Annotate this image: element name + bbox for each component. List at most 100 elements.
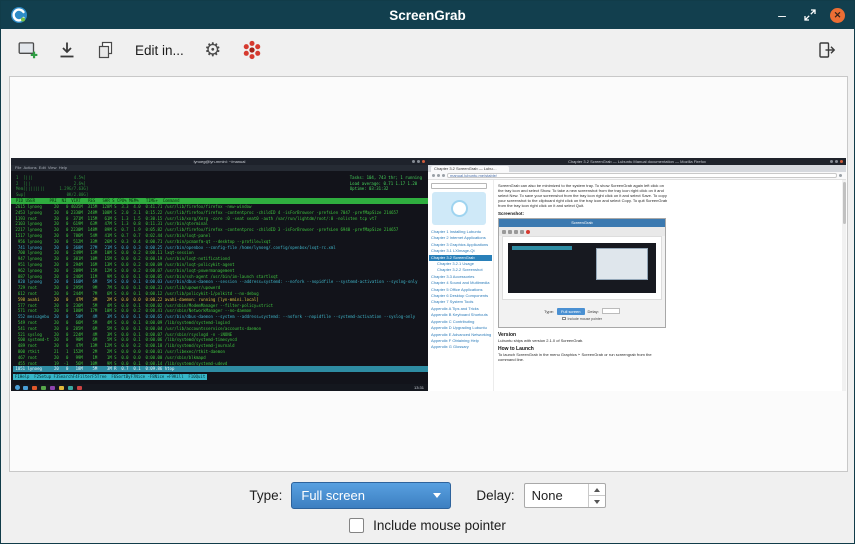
toolbar: Edit in... ⚙	[1, 29, 854, 71]
task-icon	[68, 386, 73, 390]
summary-line: Tasks: 104, 743 thr; 1 running	[350, 175, 422, 181]
spin-buttons	[588, 484, 605, 507]
maximize-icon	[804, 9, 816, 21]
edit-in-button[interactable]: Edit in...	[132, 43, 187, 58]
manual-sidebar: Chapter 1 Installing LubuntuChapter 2 In…	[428, 180, 494, 391]
taskbar-clock: 13:31	[414, 384, 424, 391]
thumbnail-terminal-window: lynoeg@lyn-mmini: ~/manual File Actions …	[11, 158, 428, 384]
embedded-type-select: Full screen	[557, 308, 585, 315]
preview-area: lynoeg@lyn-mmini: ~/manual File Actions …	[9, 76, 848, 472]
save-button[interactable]	[54, 37, 80, 63]
summary-line: Uptime: 03:31:32	[350, 186, 422, 192]
task-icon	[32, 386, 37, 390]
save-icon	[57, 40, 77, 60]
spin-down-icon	[594, 500, 600, 504]
sidebar-link: Appendix G Glossary	[429, 344, 492, 350]
app-icon	[10, 6, 28, 24]
embedded-toolbar-icons	[499, 227, 665, 236]
chevron-down-icon	[433, 493, 441, 498]
embedded-checkbox	[562, 317, 566, 321]
taskbar-menu-icon	[15, 385, 20, 390]
sidebar-link: Appendix D Upgrading Lubuntu	[429, 325, 492, 331]
htop-function-keys: F1Help F2Setup F3SearchF4FilterF5Tree F6…	[13, 374, 207, 380]
close-button[interactable]: ✕	[830, 8, 845, 23]
delay-label: Delay:	[476, 488, 514, 503]
launch-text: To launch ScreenGrab in the menu Graphic…	[498, 352, 670, 362]
copy-icon	[96, 40, 116, 60]
quit-button[interactable]	[814, 37, 840, 63]
meter-line: 1 [||| 4.5%]	[16, 175, 88, 181]
titlebar[interactable]: ScreenGrab – ✕	[1, 1, 854, 29]
new-screenshot-button[interactable]	[15, 37, 41, 63]
screengrab-logo-button[interactable]	[239, 37, 265, 63]
maximize-button[interactable]	[802, 7, 818, 23]
meter-line: Swp[ 0K/2.00G]	[16, 192, 88, 198]
task-icon	[77, 386, 82, 390]
process-list: 2615 lynoeg 20 0 4035M 315M 128M S 3.3 4…	[13, 204, 428, 372]
embedded-titlebar: ScreenGrab	[499, 219, 665, 227]
taskbar-task-icons	[23, 386, 82, 390]
manual-page: ScreenGrab can also be minimized to the …	[494, 180, 846, 391]
sidebar-search-input	[431, 183, 487, 189]
firefox-navbar: manual.lubuntu.me/stable/	[428, 172, 846, 180]
embedded-screengrab-screenshot: ScreenGrab	[498, 218, 666, 328]
back-icon	[432, 174, 435, 177]
process-row: 2453 lynoeg 20 0 2330M 248M 108M S 2.0 3…	[13, 210, 428, 216]
screengrab-window: ScreenGrab – ✕	[0, 0, 855, 544]
copy-button[interactable]	[93, 37, 119, 63]
thumbnail-taskbar: 13:31	[11, 384, 428, 391]
screengrab-logo-icon	[241, 39, 263, 61]
embedded-inner-screenshot	[508, 243, 656, 293]
terminal-window-buttons	[412, 160, 425, 163]
version-text: Lubuntu ships with version 2.1.0 of Scre…	[498, 338, 670, 343]
settings-button[interactable]: ⚙	[200, 37, 226, 63]
spin-down-button[interactable]	[589, 496, 605, 507]
forward-icon	[437, 174, 440, 177]
include-pointer-control[interactable]: Include mouse pointer	[1, 518, 854, 533]
minimize-button[interactable]: –	[774, 7, 790, 23]
reload-icon	[442, 174, 445, 177]
terminal-menubar: File Actions Edit View Help	[11, 165, 428, 171]
type-select[interactable]: Full screen	[291, 482, 451, 509]
process-row: 1051 lynoeg 20 0 18M 5M 3M R 0.7 0.1 0:0…	[13, 366, 428, 372]
screenshot-thumbnail: lynoeg@lyn-mmini: ~/manual File Actions …	[11, 158, 846, 391]
gear-icon: ⚙	[204, 41, 221, 60]
htop-meters: 1 [||| 4.5%]2 [|| 2.6%]Mem[|||||||| 1.29…	[16, 175, 88, 197]
type-label: Type:	[249, 488, 282, 503]
embedded-delay-spinbox	[602, 308, 620, 314]
menu-icon	[839, 174, 842, 177]
window-controls: – ✕	[774, 7, 845, 23]
firefox-titlebar: Chapter 3.2 ScreenGrab — Lubuntu Manual …	[428, 158, 846, 165]
sidebar-link: Appendix B Keyboard Shortcuts	[429, 312, 492, 318]
firefox-content: Chapter 1 Installing LubuntuChapter 2 In…	[428, 180, 846, 391]
sidebar-link: Appendix E Advanced Networking	[429, 332, 492, 338]
include-pointer-checkbox[interactable]	[349, 518, 364, 533]
type-select-value: Full screen	[301, 488, 365, 503]
firefox-scrollbar	[842, 180, 846, 391]
include-pointer-label: Include mouse pointer	[373, 518, 506, 533]
meter-line: Mem[|||||||| 1.29G/7.63G]	[16, 186, 88, 192]
scrollbar-thumb	[843, 182, 846, 224]
new-screenshot-icon	[17, 39, 39, 61]
sidebar-link: Chapter 4 Sound and Multimedia	[429, 280, 492, 286]
sidebar-toc-list: Chapter 1 Installing LubuntuChapter 2 In…	[429, 229, 492, 391]
delay-spinbox[interactable]: None	[524, 483, 606, 508]
embedded-controls: Type: Full screen Delay: Include mouse p…	[499, 301, 665, 327]
firefox-tabbar: Chapter 3.2 ScreenGrab — Lubu…	[428, 165, 846, 172]
delay-value: None	[525, 484, 588, 507]
window-title: ScreenGrab	[1, 8, 854, 23]
htop-summary: Tasks: 104, 743 thr; 1 runningLoad avera…	[350, 175, 422, 192]
capture-controls: Type: Full screen Delay: None	[1, 482, 854, 509]
sidebar-link: Chapter 3.2.2 Screenshot	[429, 267, 492, 273]
thumbnail-firefox-window: Chapter 3.2 ScreenGrab — Lubuntu Manual …	[428, 158, 846, 391]
spin-up-icon	[594, 488, 600, 492]
manual-intro-text: ScreenGrab can also be minimized to the …	[498, 183, 670, 208]
url-bar: manual.lubuntu.me/stable/	[447, 173, 837, 178]
task-icon	[23, 386, 28, 390]
terminal-titlebar: lynoeg@lyn-mmini: ~/manual	[11, 158, 428, 165]
task-icon	[50, 386, 55, 390]
sidebar-link: Chapter 2 Internet Applications	[429, 235, 492, 241]
thumbnail-left-monitor: lynoeg@lyn-mmini: ~/manual File Actions …	[11, 158, 428, 391]
spin-up-button[interactable]	[589, 484, 605, 496]
firefox-window-buttons	[830, 160, 843, 163]
